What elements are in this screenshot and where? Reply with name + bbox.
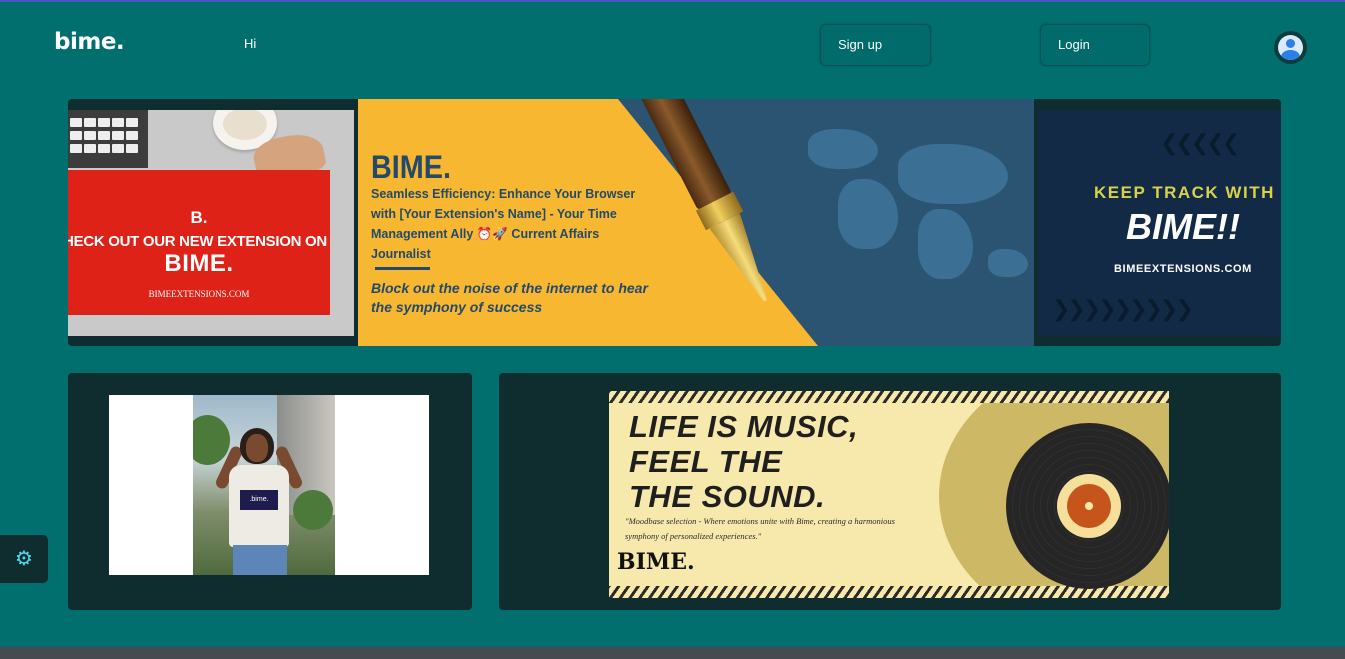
chevron-right-icon: ❯❯❯❯❯❯❯❯❯ xyxy=(1052,296,1194,321)
gear-icon: ⚙ xyxy=(15,548,33,570)
slide-title: BIME. xyxy=(371,149,452,185)
divider xyxy=(375,267,430,270)
map-continent xyxy=(988,249,1028,277)
music-title: LIFE IS MUSIC, FEEL THE THE SOUND. xyxy=(629,409,858,514)
music-brand: BIME. xyxy=(617,549,695,575)
promo-card-apparel[interactable]: .bime. xyxy=(68,373,472,610)
avatar-graphic xyxy=(1278,35,1303,60)
greeting-text: Hi xyxy=(244,36,257,51)
banner-carousel[interactable]: B. HECK OUT OUR NEW EXTENSION ON BIME. B… xyxy=(68,99,1281,346)
banner-slide-efficiency[interactable]: BIME. Seamless Efficiency: Enhance Your … xyxy=(358,99,1034,346)
promo-url: BIMEEXTENSIONS.COM xyxy=(148,289,250,299)
keep-track-text: KEEP TRACK WITH xyxy=(1094,183,1275,202)
promo-brand: BIME. xyxy=(164,250,234,277)
slide-subtitle: Block out the noise of the internet to h… xyxy=(371,280,648,315)
chevron-left-icon: ❮❮❮❮❮ xyxy=(1160,130,1240,155)
keep-track-url: BIMEEXTENSIONS.COM xyxy=(1114,263,1252,275)
music-title-line: FEEL THE xyxy=(629,444,783,479)
map-continent xyxy=(808,129,878,169)
site-header: bime. Hi Sign up Login xyxy=(0,2,1345,84)
bottom-bar xyxy=(0,647,1345,659)
music-quote: "Moodbase selection - Where emotions uni… xyxy=(625,516,895,541)
extension-promo-card: B. HECK OUT OUR NEW EXTENSION ON BIME. B… xyxy=(68,170,330,315)
music-banner: LIFE IS MUSIC, FEEL THE THE SOUND. "Mood… xyxy=(609,391,1169,598)
promo-card-music[interactable]: LIFE IS MUSIC, FEEL THE THE SOUND. "Mood… xyxy=(499,373,1281,610)
keep-track-brand: BIME!! xyxy=(1126,206,1240,247)
login-button[interactable]: Login xyxy=(1040,24,1150,66)
signup-button[interactable]: Sign up xyxy=(820,24,931,66)
banner-slide-extension[interactable]: B. HECK OUT OUR NEW EXTENSION ON BIME. B… xyxy=(68,110,354,336)
apparel-image-frame: .bime. xyxy=(109,395,429,575)
banner-slide-keep-track[interactable]: ❮❮❮❮❮ ❯❯❯❯❯❯❯❯❯ KEEP TRACK WITH BIME!! B… xyxy=(1038,110,1281,336)
shirt-logo: .bime. xyxy=(240,490,278,510)
vinyl-record-icon xyxy=(1006,423,1169,589)
music-title-line: LIFE IS MUSIC, xyxy=(629,409,859,444)
promo-headline: HECK OUT OUR NEW EXTENSION ON xyxy=(68,233,327,250)
site-logo[interactable]: bime. xyxy=(54,29,125,55)
user-avatar-icon[interactable] xyxy=(1274,31,1307,64)
woman-headphones-photo: .bime. xyxy=(193,395,335,575)
settings-button[interactable]: ⚙ xyxy=(0,535,48,583)
slide-text: Seamless Efficiency: Enhance Your Browse… xyxy=(371,187,636,261)
keyboard-image xyxy=(68,110,148,168)
bime-mark: B. xyxy=(190,208,208,227)
music-title-line: THE SOUND. xyxy=(629,479,826,514)
